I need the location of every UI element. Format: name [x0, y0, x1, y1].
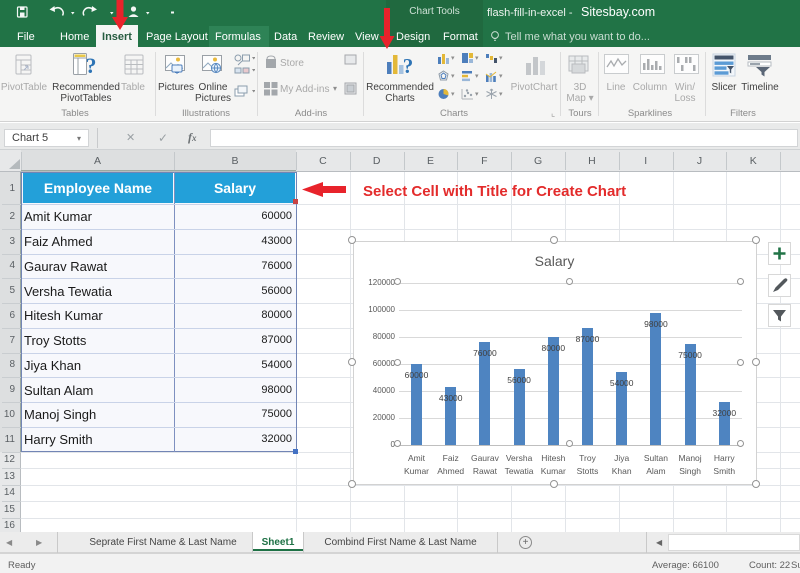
svg-text:?: ?	[86, 53, 97, 78]
svg-text:?: ?	[403, 54, 414, 78]
